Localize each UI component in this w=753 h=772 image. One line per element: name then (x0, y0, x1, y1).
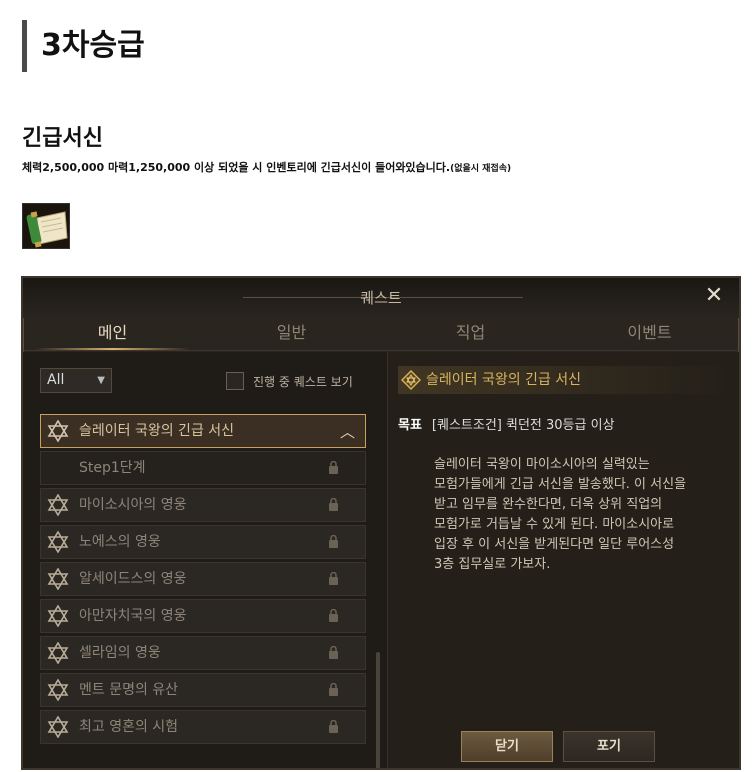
hexagram-icon (47, 679, 69, 701)
quest-label: Step1단계 (79, 460, 146, 476)
quest-item[interactable]: 멘트 문명의 유산 (40, 673, 366, 707)
filter-dropdown[interactable]: All ▼ (40, 368, 112, 393)
quest-detail-panel: 슬레이터 국왕의 긴급 서신 목표 [퀘스트조건] 퀵던전 30등급 이상 슬레이… (387, 352, 739, 768)
window-title-bar[interactable]: 퀘스트 ✕ (23, 278, 739, 318)
quest-label: 멘트 문명의 유산 (79, 682, 179, 698)
quest-label: 슬레이터 국왕의 긴급 서신 (79, 423, 235, 439)
quest-label: 최고 영혼의 시험 (79, 719, 179, 735)
hexagram-icon (47, 605, 69, 627)
quest-item[interactable]: 마이소시아의 영웅 (40, 488, 366, 522)
hexagram-icon (47, 420, 69, 442)
quest-list-scrollbar[interactable] (376, 652, 380, 768)
quest-badge-icon (401, 370, 421, 390)
chevron-up-icon: ︿ (339, 423, 355, 441)
in-progress-label: 진행 중 퀘스트 보기 (253, 374, 353, 389)
lock-icon (329, 535, 338, 548)
quest-detail-header: 슬레이터 국왕의 긴급 서신 (398, 366, 730, 394)
close-button[interactable]: 닫기 (461, 731, 553, 762)
hexagram-icon (47, 716, 69, 738)
quest-item[interactable]: 노에스의 영웅 (40, 525, 366, 559)
quest-label: 마이소시아의 영웅 (79, 497, 187, 513)
in-progress-toggle[interactable]: 진행 중 퀘스트 보기 (226, 372, 353, 390)
chevron-down-icon: ▼ (97, 375, 105, 386)
close-icon[interactable]: ✕ (703, 285, 725, 307)
lock-icon (329, 461, 338, 474)
hexagram-icon (47, 642, 69, 664)
quest-window: 퀘스트 ✕ 메인 일반 직업 이벤트 All ▼ 진행 중 퀘스트 보기 슬레이… (21, 276, 741, 770)
lock-icon (329, 609, 338, 622)
section-title: 긴급서신 (22, 126, 103, 151)
hexagram-icon (47, 494, 69, 516)
tab-divider (23, 350, 739, 351)
window-title: 퀘스트 (360, 289, 402, 307)
lock-icon (329, 572, 338, 585)
lock-icon (329, 498, 338, 511)
description-text: 체력2,500,000 마력1,250,000 이상 되었을 시 인벤토리에 긴… (22, 161, 451, 174)
goal-text: [퀘스트조건] 퀵던전 30등급 이상 (431, 418, 615, 433)
description: 체력2,500,000 마력1,250,000 이상 되었을 시 인벤토리에 긴… (22, 159, 511, 175)
quest-item[interactable]: 셀라임의 영웅 (40, 636, 366, 670)
scroll-icon (22, 203, 70, 249)
tab-job[interactable]: 직업 (381, 318, 560, 350)
quest-item[interactable]: 최고 영혼의 시험 (40, 710, 366, 744)
description-note: (없을시 재접속) (450, 164, 512, 174)
quest-label: 아만자치국의 영웅 (79, 608, 187, 624)
quest-label: 알세이드스의 영웅 (79, 571, 187, 587)
tab-event[interactable]: 이벤트 (560, 318, 739, 350)
quest-label: 셀라임의 영웅 (79, 645, 161, 661)
quest-item[interactable]: 알세이드스의 영웅 (40, 562, 366, 596)
quest-list: 슬레이터 국왕의 긴급 서신 ︿ Step1단계 마이소시아의 영웅 노에스의 … (40, 414, 366, 747)
goal-label: 목표 (398, 418, 422, 433)
hexagram-icon (47, 531, 69, 553)
abandon-button[interactable]: 포기 (563, 731, 655, 762)
lock-icon (329, 683, 338, 696)
filter-value: All (47, 372, 65, 388)
lock-icon (329, 646, 338, 659)
tab-main[interactable]: 메인 (23, 318, 202, 350)
quest-description: 슬레이터 국왕이 마이소시아의 실력있는 모험가들에게 긴급 서신을 발송했다.… (434, 457, 687, 572)
quest-item[interactable]: 아만자치국의 영웅 (40, 599, 366, 633)
quest-detail-title: 슬레이터 국왕의 긴급 서신 (426, 372, 582, 388)
page-title: 3차승급 (22, 20, 422, 72)
quest-list-panel: All ▼ 진행 중 퀘스트 보기 슬레이터 국왕의 긴급 서신 ︿ Step1… (23, 352, 387, 768)
quest-label: 노에스의 영웅 (79, 534, 161, 550)
hexagram-icon (47, 568, 69, 590)
tab-general[interactable]: 일반 (202, 318, 381, 350)
quest-goal: 목표 [퀘스트조건] 퀵던전 30등급 이상 (398, 414, 615, 433)
tab-bar: 메인 일반 직업 이벤트 (23, 318, 739, 350)
in-progress-checkbox[interactable] (226, 372, 244, 390)
lock-icon (329, 720, 338, 733)
quest-step-item[interactable]: Step1단계 (40, 451, 366, 485)
quest-item-selected[interactable]: 슬레이터 국왕의 긴급 서신 ︿ (40, 414, 366, 448)
